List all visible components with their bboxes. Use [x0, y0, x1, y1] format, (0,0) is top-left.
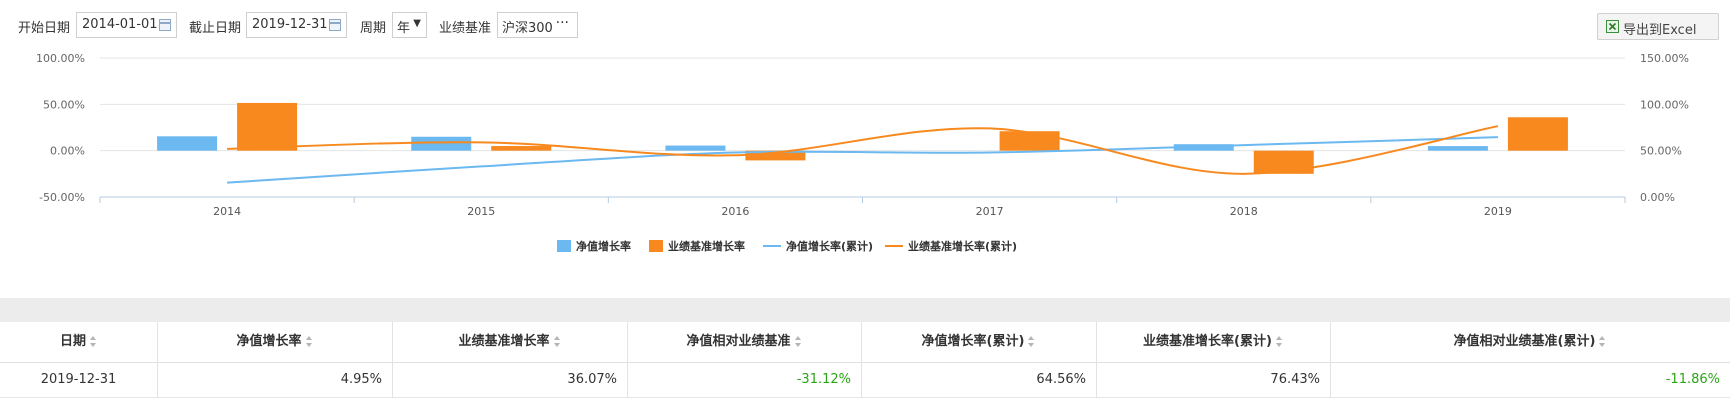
column-divider [392, 322, 393, 397]
bar [999, 131, 1060, 151]
bar [237, 102, 298, 151]
column-header[interactable]: 业绩基准增长率 [392, 322, 627, 362]
bar [491, 146, 552, 151]
table-header: 日期 净值增长率 业绩基准增长率 净值相对业绩基准 净值增长率(累计) 业绩基准增长率(累… [0, 322, 1730, 363]
table-cell: 2019-12-31 [40, 372, 117, 387]
table-cell: 76.43% [1270, 372, 1320, 387]
column-header-label: 净值增长率(累计) [921, 334, 1025, 349]
column-header[interactable]: 净值相对业绩基准(累计) [1330, 322, 1730, 362]
sort-icon[interactable] [794, 335, 802, 348]
left-axis-tick-label: 50.00% [43, 98, 85, 111]
bar [1427, 146, 1488, 151]
x-axis-tick-label: 2019 [1484, 205, 1512, 218]
benchmark-select[interactable]: 沪深300 ··· [497, 12, 578, 38]
section-separator [0, 298, 1730, 322]
bar [411, 136, 472, 151]
bar [1507, 117, 1568, 151]
left-axis-tick-label: 100.00% [36, 52, 85, 65]
column-header-label: 日期 [59, 334, 86, 349]
x-axis-tick-label: 2017 [976, 205, 1004, 218]
caret-down-icon: ▼ [413, 18, 421, 29]
x-axis-tick-label: 2015 [467, 205, 495, 218]
right-axis-tick-label: 50.00% [1640, 145, 1682, 158]
period-label: 周期 [360, 21, 387, 36]
sort-icon[interactable] [1028, 335, 1035, 348]
x-axis-tick-label: 2014 [213, 205, 241, 218]
right-axis-tick-label: 100.00% [1640, 98, 1689, 111]
legend-label: 业绩基准增长率 [668, 239, 745, 253]
column-header-label: 业绩基准增长率 [458, 334, 550, 349]
sort-icon[interactable] [90, 335, 97, 348]
sort-icon[interactable] [553, 335, 561, 348]
table-cell: 4.95% [340, 372, 382, 387]
calendar-icon[interactable] [159, 19, 171, 31]
legend-swatch [557, 240, 571, 252]
legend-label: 业绩基准增长率(累计) [908, 239, 1017, 253]
bar [157, 136, 218, 151]
export-excel-button[interactable]: 导出到Excel [1597, 13, 1719, 40]
column-header[interactable]: 日期 [0, 322, 157, 362]
left-axis-tick-label: 0.00% [50, 145, 85, 158]
bar [665, 145, 726, 151]
table-cell: -31.12% [796, 372, 851, 387]
left-axis-tick-label: -50.00% [39, 191, 85, 204]
more-options-icon[interactable]: ··· [556, 15, 569, 31]
end-date-label: 截止日期 [189, 21, 242, 36]
benchmark-label: 业绩基准 [439, 21, 492, 36]
legend-swatch [649, 240, 663, 252]
column-divider [1096, 322, 1097, 397]
sort-icon[interactable] [1275, 335, 1283, 348]
right-axis-tick-label: 150.00% [1640, 52, 1689, 65]
start-date-label: 开始日期 [18, 21, 71, 36]
start-date-input[interactable]: 2014-01-01 [76, 12, 177, 38]
column-header[interactable]: 净值增长率(累计) [861, 322, 1096, 362]
legend-label: 净值增长率 [576, 239, 631, 253]
start-date-value: 2014-01-01 [82, 17, 158, 32]
column-header-label: 净值增长率 [236, 334, 302, 349]
x-axis-tick-label: 2018 [1230, 205, 1258, 218]
column-divider [157, 322, 158, 397]
column-header-label: 业绩基准增长率(累计) [1143, 334, 1272, 349]
end-date-value: 2019-12-31 [252, 17, 328, 32]
column-header-label: 净值相对业绩基准 [686, 334, 791, 349]
end-date-input[interactable]: 2019-12-31 [246, 12, 347, 38]
growth-chart: -50.00% 0.00% 50.00% 100.00% 0.00% 50.00% 100.… [0, 52, 1730, 298]
period-value: 年 [397, 21, 411, 36]
column-header[interactable]: 净值增长率 [157, 322, 392, 362]
calendar-icon[interactable] [329, 19, 341, 31]
export-excel-label: 导出到Excel [1623, 23, 1697, 38]
column-divider [627, 322, 628, 397]
column-divider [861, 322, 862, 397]
filter-toolbar: 开始日期 2014-01-01 截止日期 2019-12-31 周期 年 ▼ 业… [0, 0, 1730, 52]
performance-table: 日期 净值增长率 业绩基准增长率 净值相对业绩基准 净值增长率(累计) 业绩基准增长率(累… [0, 322, 1730, 401]
column-header-label: 净值相对业绩基准(累计) [1453, 334, 1596, 349]
column-divider [1330, 322, 1331, 397]
sort-icon[interactable] [1599, 335, 1606, 348]
excel-icon [1606, 20, 1619, 33]
column-header[interactable]: 业绩基准增长率(累计) [1096, 322, 1330, 362]
sort-icon[interactable] [305, 335, 313, 348]
growth-chart-svg: -50.00% 0.00% 50.00% 100.00% 0.00% 50.00% 100.… [36, 52, 1689, 253]
table-cell: 36.07% [567, 372, 617, 387]
benchmark-value: 沪深300 [502, 21, 553, 36]
x-axis-tick-label: 2016 [721, 205, 749, 218]
table-cell: -11.86% [1665, 372, 1720, 387]
period-select[interactable]: 年 ▼ [392, 12, 427, 38]
right-axis-tick-label: 0.00% [1640, 191, 1675, 204]
table-row[interactable]: 2019-12-31 4.95% 36.07% -31.12% 64.56% 76.43%… [0, 363, 1730, 398]
table-cell: 64.56% [1036, 372, 1086, 387]
column-header[interactable]: 净值相对业绩基准 [627, 322, 861, 362]
legend-label: 净值增长率(累计) [786, 239, 873, 253]
